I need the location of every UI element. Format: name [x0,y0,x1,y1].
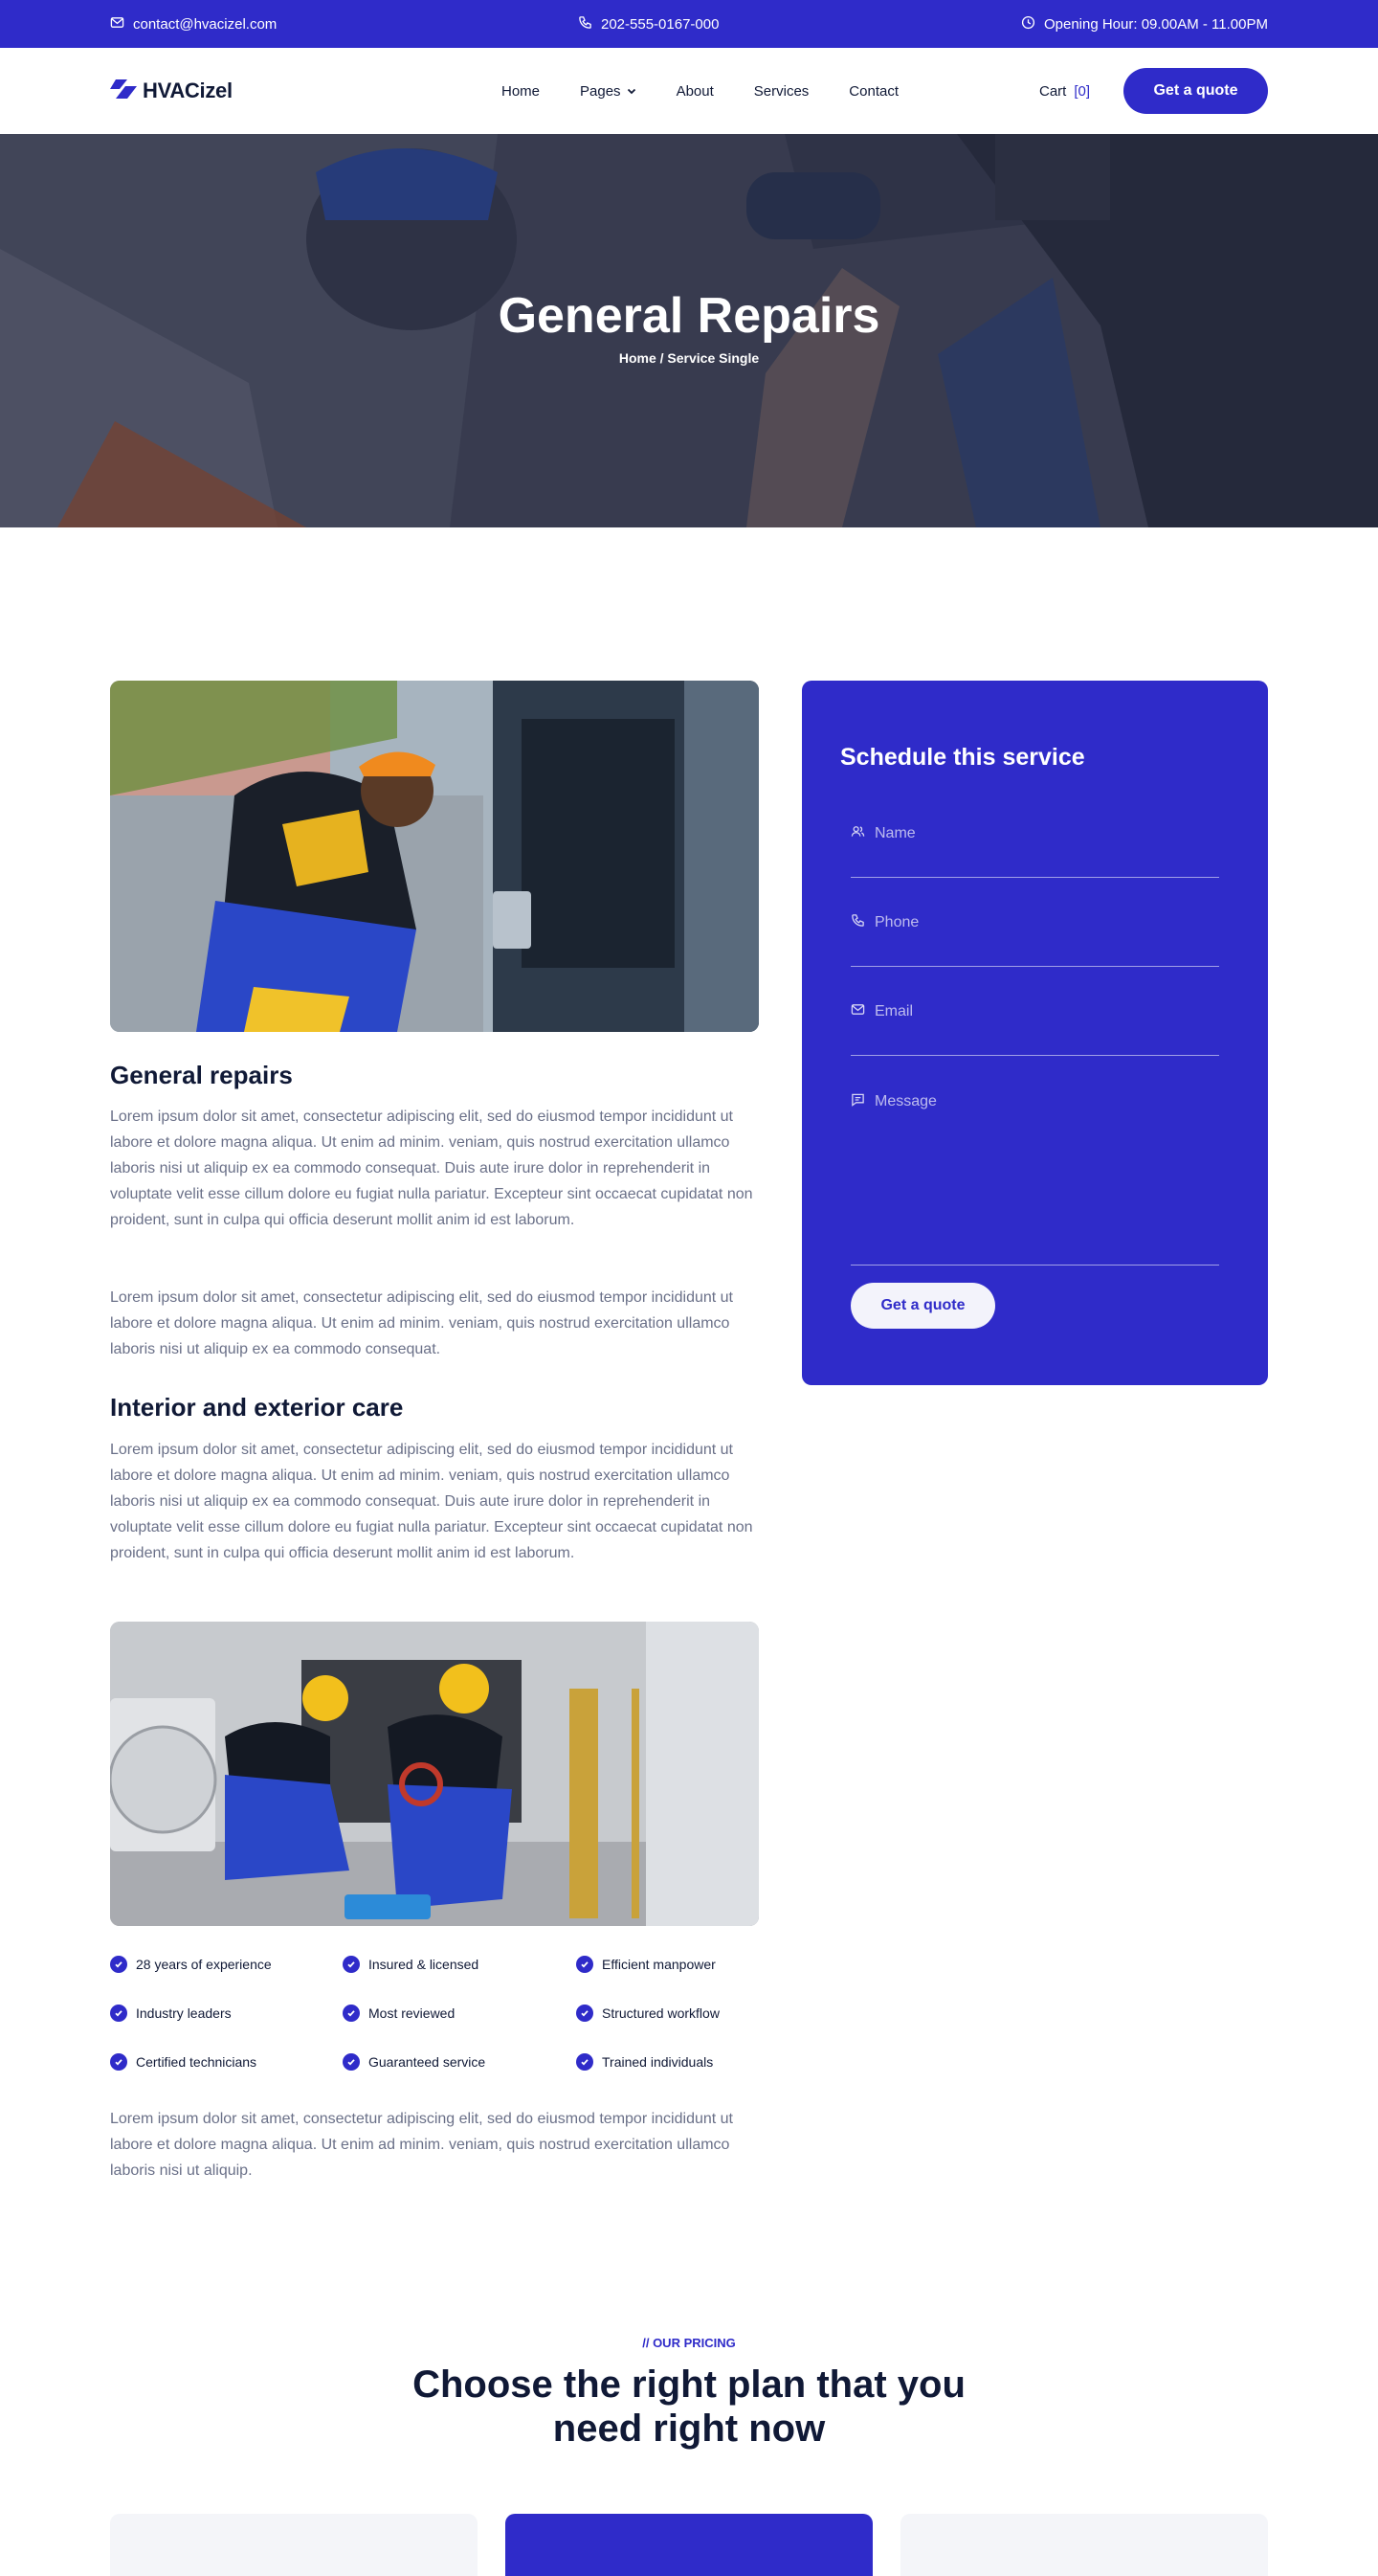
cart-link[interactable]: Cart [0] [1039,48,1090,134]
email-field[interactable]: Email [851,1002,1219,1056]
checklist-item-label: Most reviewed [368,2005,456,2021]
section1-paragraph-1: Lorem ipsum dolor sit amet, consectetur … [110,1109,753,1228]
checklist-item-label: Trained individuals [602,2054,714,2070]
top-bar: contact@hvacizel.com 202-555-0167-000 Op… [0,0,1378,48]
name-field[interactable]: Name [851,824,1219,878]
mail-icon [110,15,124,34]
header-quote-button[interactable]: Get a quote [1123,68,1268,114]
pricing-eyebrow: // OUR PRICING [642,2336,736,2350]
check-icon [576,2053,593,2071]
nav-services[interactable]: Services [754,83,810,100]
pricing-card-1 [110,2514,478,2576]
checklist-item: Structured workflow [576,2005,720,2022]
form-submit-button[interactable]: Get a quote [851,1283,995,1329]
checklist-item: Insured & licensed [343,1956,478,1973]
logo-text: HVACizel [143,78,233,102]
topbar-hours-text: Opening Hour: 09.00AM - 11.00PM [1043,15,1268,33]
checklist-item-label: Certified technicians [136,2054,257,2070]
pricing-title: Choose the right plan that you need righ… [412,2363,966,2450]
message-placeholder-text: Message [875,1093,937,1109]
checklist-item: Guaranteed service [343,2053,485,2071]
nav-pages[interactable]: Pages [580,83,636,100]
checklist-item: Most reviewed [343,2005,455,2022]
closing-paragraph: Lorem ipsum dolor sit amet, consectetur … [110,2111,733,2179]
email-placeholder-text: Email [875,1003,914,1019]
phone-placeholder-text: Phone [875,914,920,930]
nav-contact[interactable]: Contact [849,83,899,100]
nav-about-label: About [676,82,714,100]
phone-icon [578,15,592,34]
checklist-item: Trained individuals [576,2053,713,2071]
cart-label: Cart [1039,82,1067,100]
nav-home-label: Home [501,82,541,100]
name-field-placeholder: Name [851,824,916,843]
service-image-two-technicians [110,1622,759,1926]
logo[interactable]: HVACizel [110,74,233,108]
checklist-item-label: Structured workflow [602,2005,720,2021]
phone-icon [851,913,865,932]
email-field-placeholder: Email [851,1002,913,1021]
check-icon [576,1956,593,1973]
service-image-technician [110,681,759,1032]
check-icon [110,2053,127,2071]
nav-contact-label: Contact [849,82,899,100]
checklist-item-label: Industry leaders [136,2005,232,2021]
message-field-placeholder: Message [851,1092,937,1111]
topbar-phone-text: 202-555-0167-000 [601,15,720,33]
name-placeholder-text: Name [875,825,916,841]
check-icon [110,1956,127,1973]
cart-count: [0] [1074,82,1091,100]
nav-about[interactable]: About [677,83,714,100]
breadcrumb: Home / Service Single [618,350,760,366]
schedule-service-form: Schedule this service Name Phone Email M… [802,681,1268,1385]
pricing-card-3 [900,2514,1268,2576]
form-title: Schedule this service [840,744,1085,771]
section-title-general-repairs: General repairs [110,1061,293,1089]
check-icon [343,2005,360,2022]
topbar-email-text: contact@hvacizel.com [133,15,278,33]
checklist-item-label: Guaranteed service [368,2054,486,2070]
checklist-item: Efficient manpower [576,1956,716,1973]
check-icon [110,2005,127,2022]
page-title: General Repairs [498,288,880,344]
section2-paragraph: Lorem ipsum dolor sit amet, consectetur … [110,1442,753,1561]
check-icon [343,1956,360,1973]
checklist-item-label: Efficient manpower [602,1957,716,1972]
checklist-item-label: Insured & licensed [368,1957,479,1972]
topbar-email[interactable]: contact@hvacizel.com [110,0,277,48]
nav-pages-label: Pages [580,82,621,100]
topbar-hours: Opening Hour: 09.00AM - 11.00PM [1021,0,1268,48]
check-icon [576,2005,593,2022]
topbar-phone[interactable]: 202-555-0167-000 [578,0,719,48]
section-title-interior-exterior: Interior and exterior care [110,1393,404,1422]
main-nav: Home Pages About Services Contact [501,48,939,134]
phone-field[interactable]: Phone [851,913,1219,967]
check-icon [343,2053,360,2071]
clock-icon [1021,15,1035,34]
checklist-item: Certified technicians [110,2053,256,2071]
user-icon [851,824,865,843]
site-header: HVACizel Home Pages About Services Conta… [0,48,1378,134]
checklist-item: 28 years of experience [110,1956,272,1973]
nav-home[interactable]: Home [501,83,540,100]
message-field[interactable]: Message [851,1092,1219,1266]
checklist-item: Industry leaders [110,2005,232,2022]
checklist-item-label: 28 years of experience [136,1957,272,1972]
section1-paragraph-2: Lorem ipsum dolor sit amet, consectetur … [110,1289,733,1357]
pricing-card-2 [505,2514,873,2576]
mail-icon [851,1002,865,1021]
logo-mark-icon [110,78,137,104]
chevron-down-icon [627,83,636,100]
phone-field-placeholder: Phone [851,913,919,932]
nav-services-label: Services [753,82,810,100]
page-hero: General Repairs Home / Service Single [0,134,1378,527]
message-icon [851,1092,865,1111]
